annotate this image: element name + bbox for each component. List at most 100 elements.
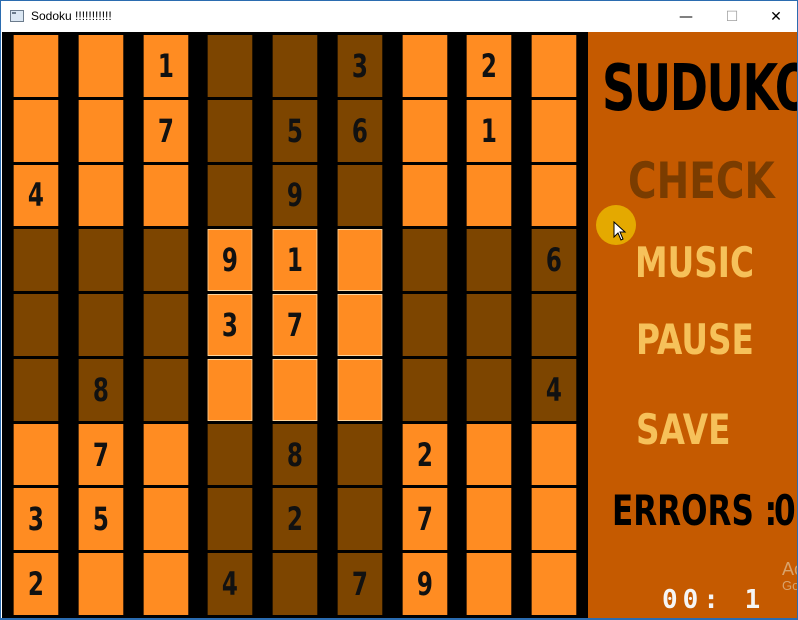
sudoku-cell[interactable] <box>272 358 318 421</box>
sudoku-cell[interactable] <box>337 229 382 292</box>
sudoku-cell[interactable] <box>531 488 577 551</box>
sudoku-cell[interactable]: 6 <box>531 229 577 292</box>
watermark-line-1: Ac <box>782 559 797 579</box>
sudoku-cell[interactable]: 4 <box>13 164 59 227</box>
sudoku-cell[interactable] <box>402 164 447 227</box>
sudoku-cell[interactable]: 1 <box>143 35 188 97</box>
sudoku-cell[interactable]: 2 <box>13 553 59 615</box>
save-button[interactable]: SAVE <box>636 405 730 454</box>
sudoku-cell[interactable] <box>402 35 447 97</box>
sudoku-cell[interactable] <box>402 358 447 421</box>
sudoku-cell[interactable]: 6 <box>337 99 382 162</box>
sudoku-cell[interactable]: 5 <box>78 488 123 551</box>
sudoku-cell[interactable] <box>78 99 123 162</box>
sudoku-cell[interactable] <box>143 488 188 551</box>
sudoku-cell[interactable]: 3 <box>337 35 382 97</box>
game-timer: 00: 1 <box>662 585 766 615</box>
sudoku-cell[interactable]: 2 <box>402 423 447 486</box>
pause-button[interactable]: PAUSE <box>636 315 754 364</box>
sudoku-cell[interactable]: 4 <box>207 553 253 615</box>
sudoku-cell[interactable]: 1 <box>272 229 318 292</box>
sudoku-cell[interactable]: 2 <box>272 488 318 551</box>
sudoku-cell[interactable] <box>467 164 512 227</box>
window-title: Sodoku !!!!!!!!!!! <box>31 9 112 23</box>
sudoku-cell[interactable] <box>531 35 577 97</box>
sudoku-cell[interactable]: 7 <box>402 488 447 551</box>
control-panel: SUDUKO CHECK MUSIC PAUSE SAVE ERRORS : 0… <box>588 32 797 619</box>
sudoku-cell[interactable]: 5 <box>272 99 318 162</box>
check-button[interactable]: CHECK <box>628 152 775 210</box>
sudoku-cell[interactable] <box>402 99 447 162</box>
sudoku-cell[interactable]: 1 <box>467 99 512 162</box>
sudoku-cell[interactable] <box>467 358 512 421</box>
sudoku-cell[interactable]: 7 <box>143 99 188 162</box>
sudoku-cell[interactable] <box>272 553 318 615</box>
app-window: Sodoku !!!!!!!!!!! — ☐ ✕ 132756149916378… <box>0 0 798 620</box>
sudoku-cell[interactable] <box>13 229 59 292</box>
sudoku-cell[interactable] <box>337 488 382 551</box>
sudoku-cell[interactable]: 8 <box>78 358 123 421</box>
sudoku-cell[interactable] <box>402 229 447 292</box>
sudoku-cell[interactable] <box>467 294 512 356</box>
sudoku-cell[interactable]: 7 <box>337 553 382 615</box>
sudoku-cell[interactable] <box>13 294 59 356</box>
sudoku-cell[interactable] <box>207 358 253 421</box>
sudoku-cell[interactable] <box>207 99 253 162</box>
sudoku-cell[interactable] <box>78 229 123 292</box>
sudoku-cell[interactable] <box>78 553 123 615</box>
sudoku-cell[interactable] <box>13 99 59 162</box>
sudoku-cell[interactable] <box>13 358 59 421</box>
sudoku-cell[interactable] <box>531 423 577 486</box>
activation-watermark: Ac Go <box>782 560 797 593</box>
errors-label: ERRORS : <box>612 486 778 535</box>
sudoku-cell[interactable] <box>78 294 123 356</box>
sudoku-cell[interactable] <box>531 294 577 356</box>
sudoku-cell[interactable] <box>467 553 512 615</box>
sudoku-cell[interactable] <box>143 358 188 421</box>
errors-count: 0 <box>774 486 796 535</box>
sudoku-cell[interactable] <box>402 294 447 356</box>
sudoku-cell[interactable] <box>337 358 382 421</box>
sudoku-cell[interactable]: 9 <box>207 229 253 292</box>
sudoku-cell[interactable]: 9 <box>272 164 318 227</box>
sudoku-cell[interactable] <box>531 164 577 227</box>
sudoku-cell[interactable] <box>467 423 512 486</box>
minimize-button[interactable]: — <box>663 1 709 32</box>
sudoku-cell[interactable] <box>207 488 253 551</box>
close-button[interactable]: ✕ <box>753 1 798 32</box>
sudoku-cell[interactable] <box>78 35 123 97</box>
sudoku-cell[interactable]: 7 <box>272 294 318 356</box>
sudoku-cell[interactable] <box>531 99 577 162</box>
sudoku-cell[interactable] <box>143 294 188 356</box>
sudoku-cell[interactable]: 7 <box>78 423 123 486</box>
sudoku-cell[interactable] <box>78 164 123 227</box>
sudoku-cell[interactable] <box>337 423 382 486</box>
music-button[interactable]: MUSIC <box>635 238 754 287</box>
sudoku-cell[interactable]: 2 <box>467 35 512 97</box>
sudoku-cell[interactable]: 3 <box>13 488 59 551</box>
sudoku-cell[interactable] <box>143 164 188 227</box>
app-window-icon <box>10 10 24 22</box>
sudoku-cell[interactable] <box>143 553 188 615</box>
sudoku-cell[interactable] <box>143 229 188 292</box>
sudoku-cell[interactable] <box>272 35 318 97</box>
sudoku-cell[interactable] <box>207 35 253 97</box>
sudoku-cell[interactable] <box>143 423 188 486</box>
title-bar: Sodoku !!!!!!!!!!! — ☐ ✕ <box>1 1 797 32</box>
sudoku-cell[interactable] <box>13 35 59 97</box>
sudoku-cell[interactable] <box>207 164 253 227</box>
sudoku-cell[interactable]: 9 <box>402 553 447 615</box>
sudoku-cell[interactable] <box>337 294 382 356</box>
sudoku-board: 132756149916378478235272479 <box>2 32 588 618</box>
sudoku-cell[interactable] <box>467 229 512 292</box>
sudoku-cell[interactable]: 4 <box>531 358 577 421</box>
sudoku-cell[interactable] <box>337 164 382 227</box>
sudoku-cell[interactable] <box>531 553 577 615</box>
sudoku-cell[interactable] <box>13 423 59 486</box>
sudoku-cell[interactable]: 3 <box>207 294 253 356</box>
sudoku-cell[interactable]: 8 <box>272 423 318 486</box>
watermark-line-2: Go <box>782 577 797 593</box>
sudoku-cell[interactable] <box>207 423 253 486</box>
maximize-button[interactable]: ☐ <box>709 1 755 32</box>
sudoku-cell[interactable] <box>467 488 512 551</box>
